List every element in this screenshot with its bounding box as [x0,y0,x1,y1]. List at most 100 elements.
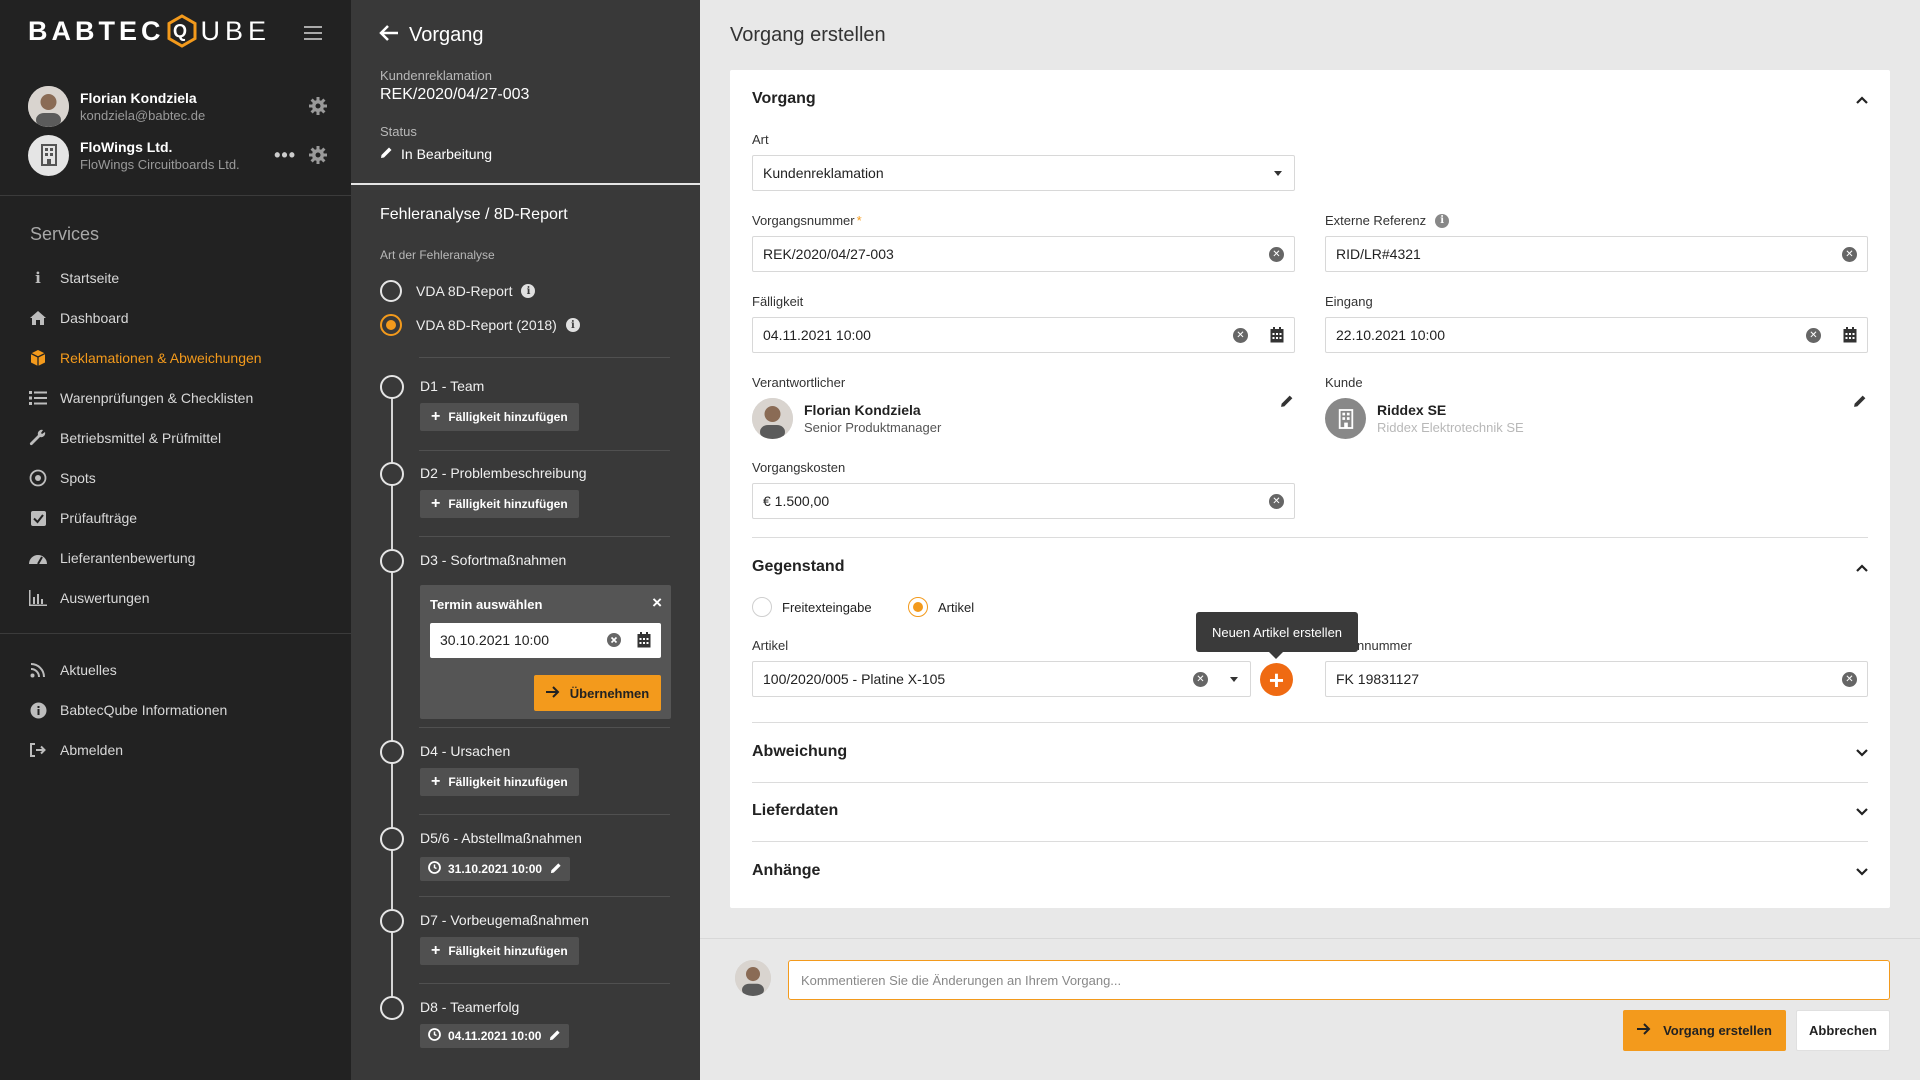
clear-icon[interactable]: ✕ [1842,247,1857,262]
add-due-button[interactable]: + Fälligkeit hinzufügen [420,403,579,431]
sidebar-item-betriebsmittel[interactable]: Betriebsmittel & Prüfmittel [28,418,328,458]
due-date-field[interactable]: 04.11.2021 10:00 ✕ [752,317,1295,353]
caret-down-icon [1230,677,1238,682]
clear-icon[interactable]: ✕ [1193,672,1208,687]
add-due-button[interactable]: + Fälligkeit hinzufügen [420,937,579,965]
clear-icon[interactable]: ✕ [1269,494,1284,509]
chevron-up-icon[interactable] [1856,562,1868,574]
due-date-chip[interactable]: 04.11.2021 10:00 [420,1024,570,1048]
responsible-label: Verantwortlicher [752,375,846,390]
external-ref-field[interactable]: RID/LR#4321 ✕ [1325,236,1868,272]
divider [0,195,351,196]
clear-icon[interactable]: ✕ [1806,328,1821,343]
calendar-icon[interactable] [1270,327,1284,346]
gear-icon[interactable] [308,96,328,116]
step-circle [380,996,404,1020]
info-icon[interactable]: i [565,318,580,332]
back-button[interactable]: Vorgang [379,22,484,48]
section-anhaenge-title[interactable]: Anhänge [752,862,820,880]
chevron-up-icon[interactable] [1856,94,1868,106]
responsible-person[interactable]: Florian Kondziela Senior Produktmanager [752,398,941,439]
pencil-icon[interactable] [549,1029,561,1044]
incoming-date-field[interactable]: 22.10.2021 10:00 ✕ [1325,317,1868,353]
calendar-icon[interactable] [1843,327,1857,346]
pencil-icon[interactable] [1280,394,1294,413]
sidebar-item-info[interactable]: BabtecQube Informationen [28,690,328,730]
sidebar-item-lieferantenbewertung[interactable]: Lieferantenbewertung [28,538,328,578]
step-circle [380,375,404,399]
radio-button-selected[interactable] [908,597,928,617]
chevron-down-icon[interactable] [1856,747,1868,759]
clear-icon[interactable]: ✕ [1269,247,1284,262]
due-date-chip[interactable]: 31.10.2021 10:00 [420,857,571,881]
info-circle-icon [28,700,48,720]
close-icon[interactable]: × [652,593,662,613]
radio-button[interactable] [380,280,402,302]
costs-field[interactable]: € 1.500,00 ✕ [752,483,1295,519]
radio-vda-8d[interactable]: VDA 8D-Report i [380,280,536,302]
process-number-field[interactable]: REK/2020/04/27-003 ✕ [752,236,1295,272]
add-due-button[interactable]: + Fälligkeit hinzufügen [420,490,579,518]
comment-input[interactable]: Kommentieren Sie die Änderungen an Ihrem… [788,960,1890,1000]
radio-article[interactable]: Artikel [908,597,974,617]
avatar [752,398,793,439]
plus-icon: + [1268,664,1285,695]
divider [419,727,670,728]
radio-freetext[interactable]: Freitexteingabe [752,597,872,617]
radio-vda-8d-2018[interactable]: VDA 8D-Report (2018) i [380,314,580,336]
more-icon[interactable]: ••• [274,145,296,166]
clear-icon[interactable] [607,633,621,650]
plus-icon: + [431,942,441,959]
sidebar-item-dashboard[interactable]: Dashboard [28,298,328,338]
info-icon[interactable]: i [1435,213,1450,228]
date-input[interactable]: 30.10.2021 10:00 [430,623,661,658]
sidebar-item-abmelden[interactable]: Abmelden [28,730,328,770]
customer[interactable]: Riddex SE Riddex Elektrotechnik SE [1325,398,1524,439]
art-select[interactable]: Kundenreklamation [752,155,1295,191]
add-due-button[interactable]: + Fälligkeit hinzufügen [420,768,579,796]
pencil-icon[interactable] [550,862,562,877]
divider [752,722,1868,723]
radio-button[interactable] [752,597,772,617]
chevron-down-icon[interactable] [1856,866,1868,878]
divider [419,896,670,897]
gear-icon[interactable] [308,145,328,165]
plus-icon: + [431,408,441,425]
section-vorgang-title: Vorgang [752,90,816,107]
calendar-icon[interactable] [637,632,651,651]
sidebar-item-warenpruefungen[interactable]: Warenprüfungen & Checklisten [28,378,328,418]
sidebar-item-aktuelles[interactable]: Aktuelles [28,650,328,690]
sidebar-item-spots[interactable]: Spots [28,458,328,498]
serial-label: nnummer [1357,638,1412,653]
section-abweichung-title[interactable]: Abweichung [752,743,847,761]
section-lieferdaten-title[interactable]: Lieferdaten [752,802,838,820]
create-process-button[interactable]: Vorgang erstellen [1623,1010,1786,1051]
serial-number-field[interactable]: FK 19831127 ✕ [1325,661,1868,697]
clear-icon[interactable]: ✕ [1842,672,1857,687]
cancel-button[interactable]: Abbrechen [1796,1010,1890,1051]
sidebar-item-reklamationen[interactable]: Reklamationen & Abweichungen [28,338,328,378]
sidebar-item-startseite[interactable]: i Startseite [28,258,328,298]
form-card: Vorgang Art Kundenreklamation Vorgangsnu… [730,70,1890,908]
pencil-icon[interactable] [1853,394,1867,413]
user-profile[interactable]: Florian Kondziela kondziela@babtec.de [28,84,328,128]
process-number: REK/2020/04/27-003 [380,86,530,103]
logo[interactable]: BABTEC Q UBE [28,14,271,48]
apply-button[interactable]: Übernehmen [534,675,661,711]
add-article-button[interactable]: + [1260,663,1293,696]
org-name: FloWings Ltd. [80,138,173,155]
article-select[interactable]: 100/2020/005 - Platine X-105 ✕ [752,661,1251,697]
gauge-icon [28,548,48,568]
menu-icon[interactable] [304,26,322,40]
info-icon[interactable]: i [521,284,536,298]
target-icon [28,468,48,488]
chevron-down-icon[interactable] [1856,806,1868,818]
clock-icon [428,861,441,877]
radio-button-selected[interactable] [380,314,402,336]
arrow-right-icon [545,685,560,701]
clear-icon[interactable]: ✕ [1233,328,1248,343]
checklist-icon [28,388,48,408]
sidebar-item-auswertungen[interactable]: Auswertungen [28,578,328,618]
org-profile[interactable]: FloWings Ltd. FloWings Circuitboards Ltd… [28,133,328,177]
sidebar-item-pruefauftraege[interactable]: Prüfaufträge [28,498,328,538]
